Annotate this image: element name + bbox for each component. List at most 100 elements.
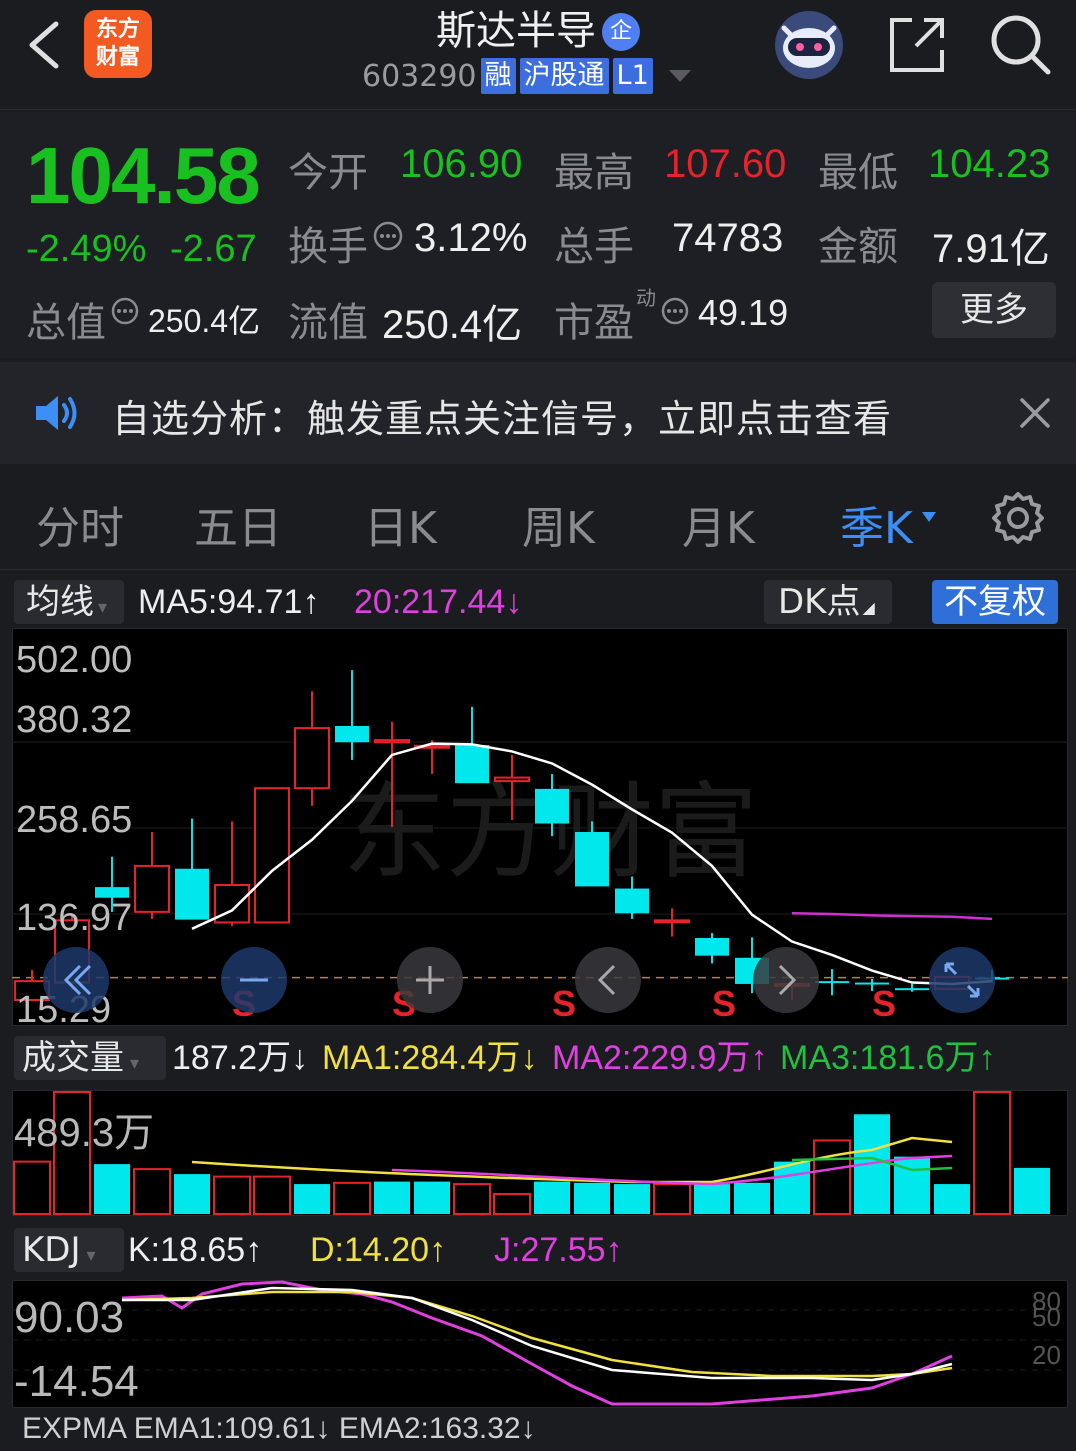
ma5-readout: MA5:94.71↑ (138, 583, 320, 621)
prev-icon[interactable] (574, 946, 642, 1014)
volume-bar (774, 1161, 810, 1214)
candle-body (374, 739, 410, 744)
info-icon[interactable] (110, 296, 140, 326)
info-icon[interactable] (372, 220, 404, 252)
stock-code: 603290 (362, 58, 477, 94)
indicator-label: 均线 (26, 582, 94, 622)
low-value: 104.23 (928, 142, 1051, 186)
notice-text[interactable]: 自选分析：触发重点关注信号，立即点击查看 (112, 388, 892, 443)
pe-value: 49.19 (698, 292, 789, 333)
volume-bar (574, 1182, 610, 1214)
kdj-k: K:18.65↑ (128, 1231, 263, 1269)
tab-five-day[interactable]: 五日 (194, 492, 282, 556)
volume-bar (13, 1160, 51, 1216)
volume-bar (294, 1184, 330, 1214)
tab-intraday[interactable]: 分时 (36, 492, 124, 556)
kdj-indicator-label: KDJ (22, 1230, 81, 1270)
kdj-chart[interactable]: 90.03 -14.54 80 50 20 (12, 1280, 1068, 1408)
dropdown-arrow-icon: ▾ (130, 1053, 140, 1074)
expma-readout: EXPMA EMA1:109.61↓ EMA2:163.32↓ (22, 1412, 536, 1445)
more-button[interactable]: 更多 (932, 282, 1056, 338)
search-icon[interactable] (988, 12, 1054, 78)
mktcap-value: 250.4亿 (148, 303, 261, 339)
stock-code-row[interactable]: 603290 融 沪股通 L1 (362, 58, 691, 94)
pe-label: 市盈 (554, 300, 634, 346)
amount-label: 金额 (818, 224, 898, 270)
dropdown-arrow-icon: ▾ (98, 597, 108, 618)
info-icon[interactable] (660, 296, 690, 326)
volume-bar (174, 1174, 210, 1214)
float-label: 流值 (288, 300, 368, 346)
float-value: 250.4亿 (382, 303, 523, 347)
candle-body (175, 868, 209, 920)
candle-body (895, 988, 929, 991)
volume-indicator-label: 成交量 (22, 1038, 124, 1078)
kdj-ref-20: 20 (1032, 1340, 1061, 1370)
open-value: 106.90 (400, 142, 523, 186)
volume-current: 187.2万↓ (172, 1039, 309, 1077)
candle-body (535, 788, 569, 824)
tag-hk-connect: 沪股通 (519, 58, 609, 94)
rewind-icon[interactable] (42, 946, 110, 1014)
volume-bar (653, 1183, 691, 1215)
dropdown-arrow-icon: ▾ (86, 1245, 96, 1266)
tab-monthly-k[interactable]: 月K (682, 492, 755, 556)
corner-arrow-icon: ◢ (862, 598, 875, 617)
adjust-button[interactable]: 不复权 (932, 580, 1058, 624)
volume-indicator-select[interactable]: 成交量 ▾ (14, 1036, 166, 1080)
tab-weekly-k[interactable]: 周K (522, 492, 595, 556)
sell-signal[interactable]: S (872, 983, 896, 1024)
change-percent: -2.49% (26, 228, 147, 270)
ma20-readout: 20:217.44↓ (354, 583, 523, 621)
sell-signal[interactable]: S (552, 983, 576, 1024)
volume-bar (973, 1091, 1011, 1215)
candle-body (455, 745, 489, 784)
price-axis-label: 502.00 (16, 639, 132, 681)
dk-point-button[interactable]: DK点 ◢ (764, 580, 892, 624)
kdj-ref-50: 50 (1032, 1302, 1061, 1332)
kline-chart[interactable]: 东方财富 502.00380.32258.65136.9715.29 SSSSS (12, 628, 1068, 1026)
volume-ma1: MA1:284.4万↓ (322, 1039, 538, 1077)
kdj-indicator-select[interactable]: KDJ ▾ (14, 1228, 124, 1272)
zoom-out-icon[interactable] (220, 946, 288, 1014)
speaker-icon (36, 396, 77, 430)
amount-value: 7.91亿 (932, 227, 1050, 271)
volume-bar (694, 1184, 730, 1214)
low-label: 最低 (818, 150, 898, 196)
volume-ma2: MA2:229.9万↑ (552, 1039, 768, 1077)
volume-bar (734, 1182, 770, 1214)
sell-signal[interactable]: S (712, 983, 736, 1024)
price-axis-label: 380.32 (16, 699, 132, 741)
share-icon[interactable] (886, 14, 948, 76)
candle-body (335, 725, 369, 743)
tab-quarterly-k[interactable]: 季K (840, 492, 913, 556)
expand-icon[interactable] (928, 946, 996, 1014)
high-label: 最高 (554, 150, 634, 196)
pe-superscript: 动 (636, 286, 656, 310)
robot-avatar-icon[interactable] (772, 8, 846, 82)
candle-body (695, 938, 729, 956)
volume-bar (453, 1183, 491, 1215)
turnover-value: 3.12% (414, 216, 528, 260)
close-icon[interactable] (1018, 396, 1052, 430)
high-value: 107.60 (664, 142, 787, 186)
volume-bar (94, 1164, 130, 1214)
turnover-label: 换手 (288, 224, 368, 270)
volume-bar (493, 1193, 531, 1216)
volume-bar (133, 1168, 171, 1215)
tab-daily-k[interactable]: 日K (364, 492, 437, 556)
dropdown-arrow-icon (922, 512, 936, 522)
dropdown-arrow-icon (668, 70, 691, 82)
indicator-select[interactable]: 均线 ▾ (14, 580, 124, 624)
next-icon[interactable] (752, 946, 820, 1014)
tag-margin: 融 (480, 58, 516, 94)
open-label: 今开 (288, 150, 368, 196)
candle-body (254, 787, 290, 924)
volume-chart[interactable]: 489.3万 (12, 1090, 1068, 1216)
volume-value: 74783 (672, 216, 784, 260)
zoom-in-icon[interactable] (396, 946, 464, 1014)
candle-body (654, 919, 690, 924)
settings-gear-icon[interactable] (990, 490, 1046, 546)
candle-body (815, 981, 849, 984)
candle-body (575, 831, 609, 887)
